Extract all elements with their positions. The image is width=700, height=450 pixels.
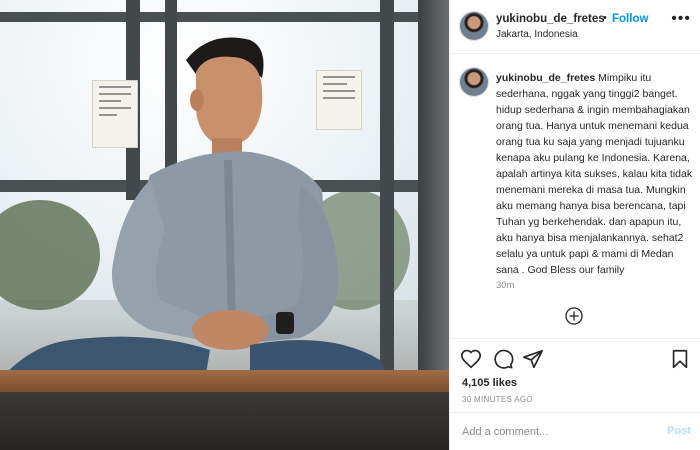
avatar[interactable] — [460, 68, 488, 96]
share-icon[interactable] — [522, 348, 544, 370]
bench-base — [0, 392, 449, 450]
username-link[interactable]: yukinobu_de_fretes — [496, 13, 605, 25]
avatar[interactable] — [460, 12, 488, 40]
plus-circle-icon[interactable] — [564, 306, 584, 326]
post-photo[interactable] — [0, 0, 449, 450]
post-header: yukinobu_de_fretes • Follow Jakarta, Ind… — [450, 0, 700, 54]
post-comment-button[interactable]: Post — [667, 425, 691, 437]
caption-username[interactable]: yukinobu_de_fretes — [496, 72, 595, 84]
location-link[interactable]: Jakarta, Indonesia — [496, 29, 578, 40]
follow-button[interactable]: Follow — [612, 13, 648, 25]
likes-count[interactable]: 4,105 likes — [462, 377, 517, 389]
heart-icon[interactable] — [460, 348, 482, 370]
add-comment-bar: Post — [450, 412, 700, 450]
post-timestamp: 30 MINUTES AGO — [462, 395, 533, 404]
caption-text: yukinobu_de_fretes Mimpiku itu sederhana… — [496, 70, 696, 278]
caption-timestamp: 30m — [496, 280, 515, 291]
bookmark-icon[interactable] — [669, 348, 691, 370]
instagram-post: yukinobu_de_fretes • Follow Jakarta, Ind… — [0, 0, 700, 450]
caption-body: Mimpiku itu sederhana, nggak yang tinggi… — [496, 72, 693, 276]
more-options-icon[interactable]: ••• — [671, 10, 691, 28]
wooden-bench — [0, 370, 449, 392]
separator-dot: • — [603, 12, 607, 24]
comment-icon[interactable] — [492, 348, 514, 370]
post-side-panel: yukinobu_de_fretes • Follow Jakarta, Ind… — [449, 0, 700, 450]
comment-input[interactable] — [460, 421, 654, 443]
